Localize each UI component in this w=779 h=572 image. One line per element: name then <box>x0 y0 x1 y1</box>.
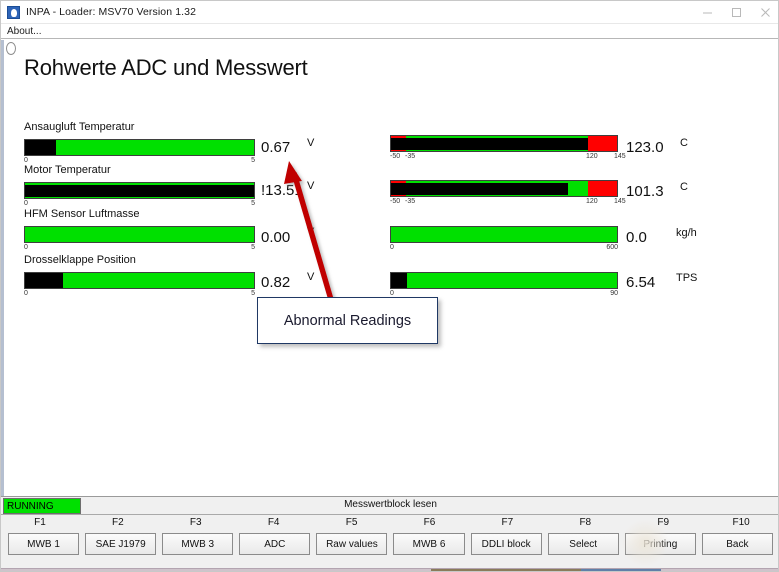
gauge-tick-min: 0 <box>390 244 394 251</box>
gauge-tick-min: 0 <box>24 200 28 207</box>
window-bottom-edge <box>1 568 778 571</box>
gauge-tick-max: 5 <box>251 244 255 251</box>
fkey-label-f7: F7 <box>501 517 514 528</box>
function-key-labels-row: F1 F2 F3 F4 F5 F6 F7 F8 F9 F10 <box>1 515 778 531</box>
gauge-value-drosselklappe: 0.82 <box>261 274 291 291</box>
button-select[interactable]: Select <box>547 533 619 555</box>
gauge-unit-coolant-1: C <box>680 137 688 149</box>
gauge-unit-oil-2: C <box>680 181 688 193</box>
corner-indicator-icon <box>6 42 16 55</box>
gauge-bar <box>390 135 618 152</box>
gauge-tick-4: 145 <box>614 153 626 160</box>
gauge-bar <box>24 182 255 199</box>
fkey-label-f8: F8 <box>579 517 592 528</box>
menu-item-about[interactable]: About... <box>1 26 47 37</box>
gauge-unit-throttle: TPS <box>676 272 698 284</box>
fkey-label-f6: F6 <box>423 517 436 528</box>
title-bar: INPA - Loader: MSV70 Version 1.32 <box>1 1 778 24</box>
gauge-tick-3: 120 <box>586 198 598 205</box>
maximize-icon[interactable] <box>722 1 751 24</box>
gauge-fill <box>391 183 569 195</box>
button-adc[interactable]: ADC <box>239 533 311 555</box>
gauge-value-throttle: 6.54 <box>626 274 656 291</box>
gauge-tick-min: 0 <box>24 244 28 251</box>
gauge-tick-2: -35 <box>405 153 416 160</box>
fkey-label-f2: F2 <box>112 517 124 528</box>
minimize-icon[interactable] <box>693 1 722 24</box>
fkey-label-f10: F10 <box>732 517 750 528</box>
window-title: INPA - Loader: MSV70 Version 1.32 <box>26 6 197 18</box>
gauge-zone-high <box>587 136 617 151</box>
gauge-value-coolant-1: 123.0 <box>626 139 664 156</box>
menu-bar: About... <box>1 24 778 39</box>
gauge-tick-min: 0 <box>24 290 28 297</box>
fkey-label-f1: F1 <box>34 517 46 528</box>
gauge-label: Drosselklappe Position <box>24 254 136 266</box>
button-printing[interactable]: Printing <box>624 533 696 555</box>
annotation-callout-box: Abnormal Readings <box>257 297 438 344</box>
page-title: Rohwerte ADC und Messwert <box>24 55 308 80</box>
gauge-label: HFM Sensor Luftmasse <box>24 208 140 220</box>
window-controls <box>693 1 778 24</box>
gauge-bar <box>24 139 255 156</box>
gauge-tick-min: 0 <box>24 157 28 164</box>
gauge-tick-1: -50 <box>390 198 401 205</box>
bottom-panel: RUNNING Messwertblock lesen F1 F2 F3 F4 … <box>1 496 778 571</box>
gauge-unit-ansaugluft: V <box>307 137 315 149</box>
client-area: Rohwerte ADC und Messwert Ansaugluft Tem… <box>1 40 778 496</box>
gauge-value-motor: !13.51 <box>261 182 303 199</box>
button-mwb-6[interactable]: MWB 6 <box>393 533 465 555</box>
gauge-unit-motor: V <box>307 180 315 192</box>
gauge-unit-hfm: V <box>307 226 315 238</box>
gauge-tick-max: 90 <box>610 290 618 297</box>
annotation-callout-text: Abnormal Readings <box>283 312 412 329</box>
gauge-tick-1: -50 <box>390 153 401 160</box>
gauge-tick-max: 600 <box>606 244 618 251</box>
close-icon[interactable] <box>751 1 778 24</box>
button-mwb-3[interactable]: MWB 3 <box>162 533 234 555</box>
status-message: Messwertblock lesen <box>344 499 437 510</box>
function-key-buttons-row: MWB 1 SAE J1979 MWB 3 ADC Raw values MWB… <box>1 533 778 555</box>
gauge-value-oil-2: 101.3 <box>626 183 664 200</box>
gauge-label: Ansaugluft Temperatur <box>24 121 135 133</box>
gauge-tick-max: 5 <box>251 200 255 207</box>
gauge-value-hfm: 0.00 <box>261 229 291 246</box>
gauge-bar <box>24 226 255 243</box>
status-bar: RUNNING Messwertblock lesen <box>1 497 778 515</box>
gauge-tick-2: -35 <box>405 198 416 205</box>
gauge-tick-4: 145 <box>614 198 626 205</box>
gauge-bar <box>390 272 618 289</box>
gauge-tick-3: 120 <box>586 153 598 160</box>
button-back[interactable]: Back <box>701 533 773 555</box>
gauge-fill <box>25 185 254 197</box>
gauge-value-ansaugluft: 0.67 <box>261 139 291 156</box>
gauge-bar <box>390 226 618 243</box>
gauge-bar <box>24 272 255 289</box>
gauge-fill <box>25 273 63 288</box>
button-raw-values[interactable]: Raw values <box>316 533 388 555</box>
button-sae-j1979[interactable]: SAE J1979 <box>85 533 157 555</box>
gauge-fill <box>25 140 56 155</box>
gauge-fill <box>391 273 408 288</box>
gauge-value-airmass: 0.0 <box>626 229 647 246</box>
fkey-label-f4: F4 <box>267 517 280 528</box>
inpa-app-icon <box>7 5 20 19</box>
gauge-tick-max: 5 <box>251 157 255 164</box>
fkey-label-f3: F3 <box>189 517 202 528</box>
button-ddli-block[interactable]: DDLI block <box>470 533 542 555</box>
gauge-fill <box>391 138 588 150</box>
fkey-label-f9: F9 <box>657 517 670 528</box>
gauge-tick-max: 5 <box>251 290 255 297</box>
button-mwb-1[interactable]: MWB 1 <box>8 533 80 555</box>
inpa-application-window: INPA - Loader: MSV70 Version 1.32 About.… <box>0 0 779 572</box>
gauge-zone-high <box>587 181 617 196</box>
gauge-unit-drosselklappe: V <box>307 271 315 283</box>
gauge-tick-min: 0 <box>390 290 394 297</box>
fkey-label-f5: F5 <box>345 517 358 528</box>
gauge-label: Motor Temperatur <box>24 164 111 176</box>
gauge-unit-airmass: kg/h <box>676 227 697 239</box>
gauge-bar <box>390 180 618 197</box>
